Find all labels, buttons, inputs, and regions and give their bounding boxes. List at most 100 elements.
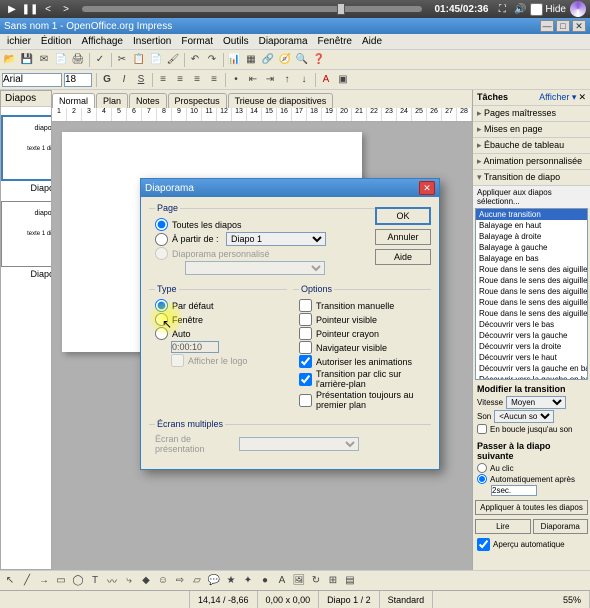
preview-checkbox[interactable]: Aperçu automatique: [473, 536, 590, 553]
bullets-icon[interactable]: •: [228, 72, 244, 88]
align-center-icon[interactable]: ≡: [172, 72, 188, 88]
transition-item[interactable]: Roue dans le sens des aiguilles d...: [476, 264, 587, 275]
maximize-button[interactable]: □: [556, 20, 570, 32]
close-icon[interactable]: ✕: [578, 92, 586, 103]
advance-onclick[interactable]: Au clic: [477, 463, 586, 473]
radio-default[interactable]: Par défaut: [155, 299, 287, 312]
transition-list[interactable]: Aucune transitionBalayage en hautBalayag…: [475, 208, 588, 380]
progress-slider[interactable]: [82, 6, 422, 12]
loop-checkbox[interactable]: En boucle jusqu'au son: [477, 424, 586, 434]
indent-inc-icon[interactable]: ⇥: [262, 72, 278, 88]
custom-select[interactable]: [185, 261, 325, 275]
menu-view[interactable]: Affichage: [76, 36, 128, 47]
task-group-table[interactable]: Ébauche de tableau: [473, 138, 590, 154]
transition-item[interactable]: Aucune transition: [476, 209, 587, 220]
underline-icon[interactable]: S: [133, 72, 149, 88]
advance-auto[interactable]: Automatiquement après: [477, 474, 586, 484]
chart-icon[interactable]: 📊: [226, 52, 242, 68]
close-button[interactable]: ✕: [572, 20, 586, 32]
from-select[interactable]: Diapo 1: [226, 232, 326, 246]
tab-sorter[interactable]: Trieuse de diapositives: [228, 93, 334, 108]
slide-thumb-2[interactable]: diapo 2 texte 1 diapo2 Diapo 2: [1, 201, 52, 279]
menu-window[interactable]: Fenêtre: [313, 36, 357, 47]
hide-checkbox[interactable]: Hide: [530, 3, 566, 16]
option-1[interactable]: Pointeur visible: [299, 313, 431, 326]
align-justify-icon[interactable]: ≡: [206, 72, 222, 88]
font-color-icon[interactable]: A: [318, 72, 334, 88]
menu-file[interactable]: ichier: [2, 36, 36, 47]
transition-item[interactable]: Roue dans le sens des aiguilles d...: [476, 308, 587, 319]
fullscreen-icon[interactable]: ⛶: [494, 2, 510, 16]
transition-item[interactable]: Découvrir vers la gauche: [476, 330, 587, 341]
pdf-icon[interactable]: 📄: [53, 52, 69, 68]
apply-all-button[interactable]: Appliquer à toutes les diapos: [475, 500, 588, 515]
slide-thumb-1[interactable]: diapo 1 texte 1 diapo1 Diapo 1: [1, 115, 52, 193]
option-5[interactable]: Transition par clic sur l'arrière-plan: [299, 369, 431, 389]
option-4[interactable]: Autoriser les animations: [299, 355, 431, 368]
tasks-show-link[interactable]: Afficher ▾: [539, 92, 576, 103]
next-icon[interactable]: >: [58, 2, 74, 16]
menu-help[interactable]: Aide: [357, 36, 387, 47]
option-6[interactable]: Présentation toujours au premier plan: [299, 390, 431, 410]
bold-icon[interactable]: G: [99, 72, 115, 88]
transition-item[interactable]: Découvrir vers le bas: [476, 319, 587, 330]
zoom-icon[interactable]: 🔍: [294, 52, 310, 68]
task-group-trans[interactable]: Transition de diapo: [473, 170, 590, 186]
font-name-combo[interactable]: [2, 73, 62, 87]
transition-item[interactable]: Balayage à droite: [476, 231, 587, 242]
pause-icon[interactable]: ❚❚: [22, 2, 38, 16]
tab-notes[interactable]: Notes: [129, 93, 167, 108]
menu-edit[interactable]: Édition: [36, 36, 77, 47]
align-left-icon[interactable]: ≡: [155, 72, 171, 88]
tab-handout[interactable]: Prospectus: [168, 93, 227, 108]
slider-knob[interactable]: [337, 3, 345, 15]
menu-format[interactable]: Format: [176, 36, 218, 47]
cut-icon[interactable]: ✂: [114, 52, 130, 68]
tab-outline[interactable]: Plan: [96, 93, 128, 108]
option-3[interactable]: Navigateur visible: [299, 341, 431, 354]
brush-icon[interactable]: 🖌: [165, 52, 181, 68]
transition-item[interactable]: Roue dans le sens des aiguilles d...: [476, 275, 587, 286]
menu-slideshow[interactable]: Diaporama: [254, 36, 313, 47]
transition-item[interactable]: Balayage à gauche: [476, 242, 587, 253]
dialog-close-icon[interactable]: ✕: [419, 181, 435, 195]
volume-icon[interactable]: 🔊: [512, 2, 528, 16]
transition-item[interactable]: Balayage en haut: [476, 220, 587, 231]
duration-input[interactable]: [171, 341, 219, 353]
menu-tools[interactable]: Outils: [218, 36, 254, 47]
play-icon[interactable]: ▶: [4, 2, 20, 16]
minimize-button[interactable]: —: [540, 20, 554, 32]
table-icon[interactable]: ▦: [243, 52, 259, 68]
copy-icon[interactable]: 📋: [131, 52, 147, 68]
sound-select[interactable]: <Aucun son>: [494, 410, 554, 423]
redo-icon[interactable]: ↷: [204, 52, 220, 68]
cancel-button[interactable]: Annuler: [375, 229, 431, 245]
nav-icon[interactable]: 🧭: [277, 52, 293, 68]
task-group-anim[interactable]: Animation personnalisée: [473, 154, 590, 170]
transition-item[interactable]: Découvrir vers la droite: [476, 341, 587, 352]
ok-button[interactable]: OK: [375, 207, 431, 225]
show-logo-check[interactable]: Afficher le logo: [155, 354, 287, 367]
transition-item[interactable]: Découvrir vers le haut: [476, 352, 587, 363]
advance-time[interactable]: [491, 485, 537, 496]
open-icon[interactable]: 📂: [2, 52, 18, 68]
italic-icon[interactable]: I: [116, 72, 132, 88]
play-button[interactable]: Lire: [475, 519, 531, 534]
save-icon[interactable]: 💾: [19, 52, 35, 68]
transition-item[interactable]: Roue dans le sens des aiguilles d...: [476, 286, 587, 297]
print-icon[interactable]: 🖨: [70, 52, 86, 68]
transition-item[interactable]: Roue dans le sens des aiguilles d...: [476, 297, 587, 308]
option-2[interactable]: Pointeur crayon: [299, 327, 431, 340]
tab-normal[interactable]: Normal: [52, 93, 95, 108]
paste-icon[interactable]: 📄: [148, 52, 164, 68]
radio-auto[interactable]: Auto: [155, 327, 287, 340]
task-group-layout[interactable]: Mises en page: [473, 122, 590, 138]
transition-item[interactable]: Balayage en bas: [476, 253, 587, 264]
move-up-icon[interactable]: ↑: [279, 72, 295, 88]
spellcheck-icon[interactable]: ✓: [92, 52, 108, 68]
align-right-icon[interactable]: ≡: [189, 72, 205, 88]
font-size-combo[interactable]: [64, 73, 92, 87]
mail-icon[interactable]: ✉: [36, 52, 52, 68]
move-down-icon[interactable]: ↓: [296, 72, 312, 88]
slideshow-icon[interactable]: ▣: [335, 72, 351, 88]
